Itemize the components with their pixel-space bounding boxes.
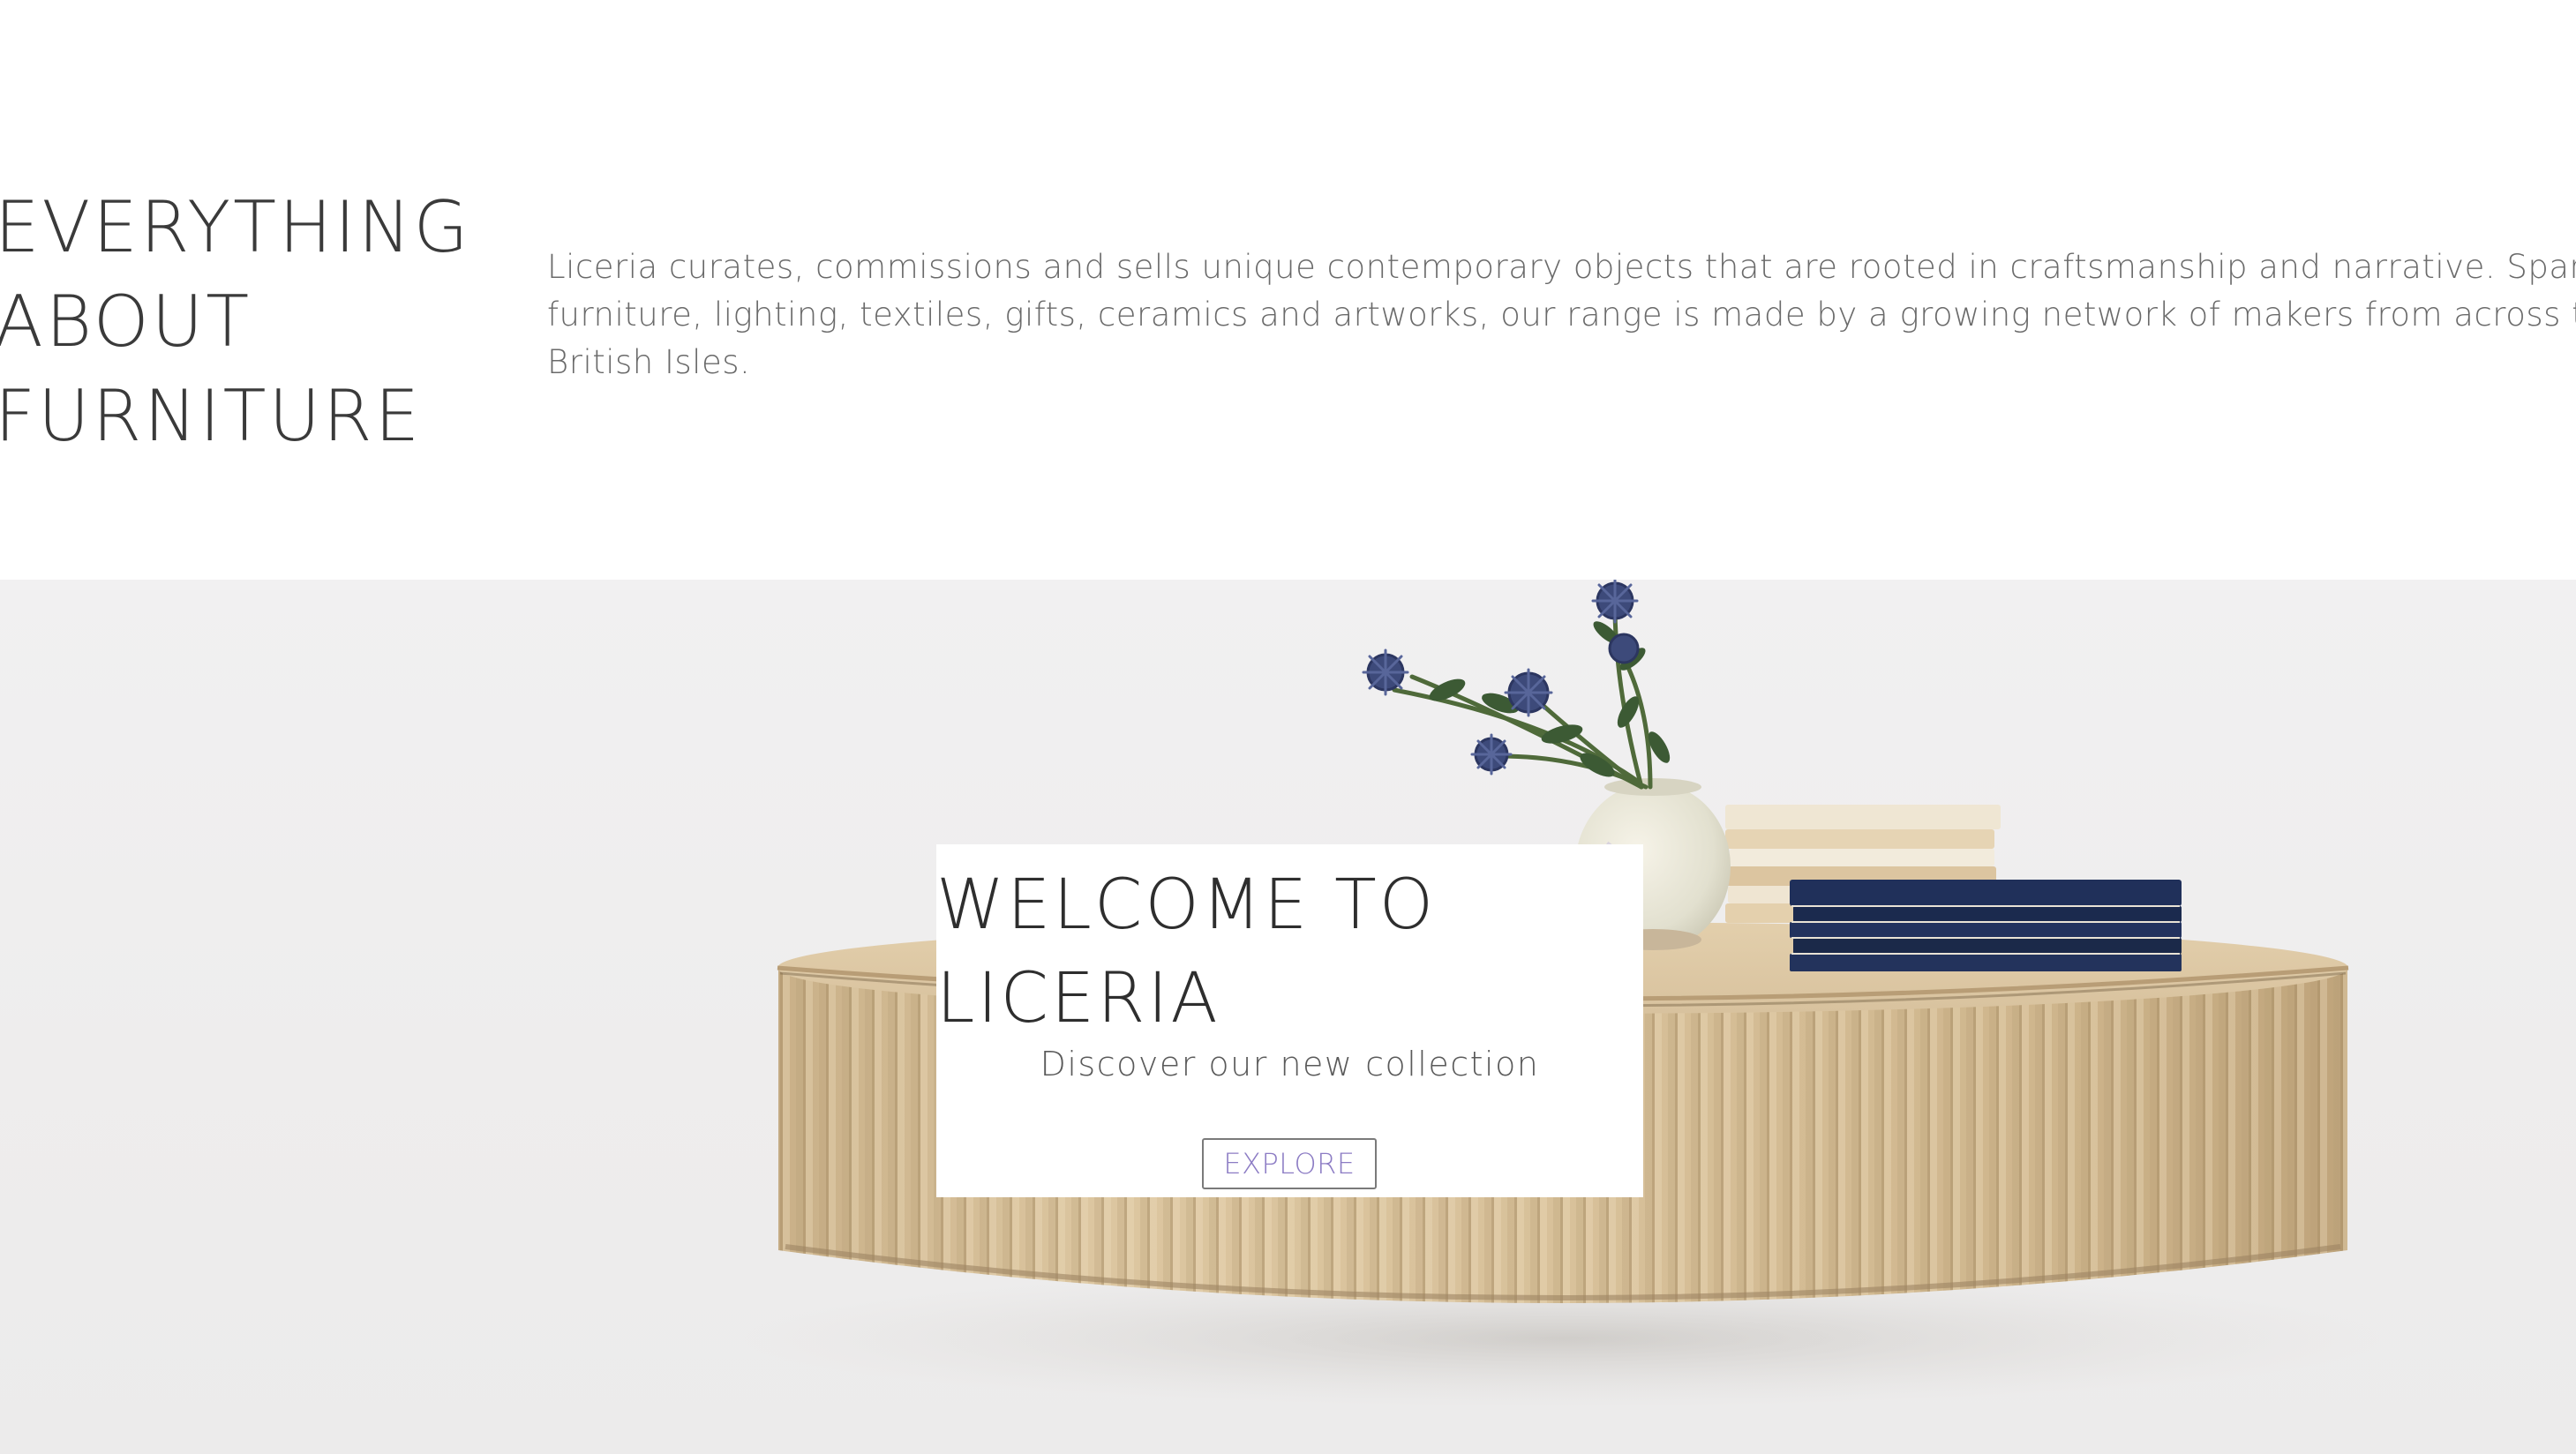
stacked-books-navy xyxy=(1790,880,2182,971)
intro-heading-line-3: FURNITURE xyxy=(0,375,423,457)
welcome-subtitle: Discover our new collection xyxy=(1040,1045,1540,1083)
intro-section: EVERYTHING ABOUT FURNITURE Liceria curat… xyxy=(0,0,2576,580)
intro-heading-line-1: EVERYTHING xyxy=(0,186,471,268)
page: EVERYTHING ABOUT FURNITURE Liceria curat… xyxy=(0,0,2576,1454)
welcome-title: WELCOME TO LICERIA xyxy=(936,858,1436,1046)
welcome-card: WELCOME TO LICERIA Discover our new coll… xyxy=(936,844,1643,1197)
intro-description-line-2: furniture, lighting, textiles, gifts, ce… xyxy=(547,296,2576,334)
welcome-title-line-1: WELCOME TO xyxy=(936,866,1437,945)
intro-heading-line-2: ABOUT xyxy=(0,281,252,363)
welcome-title-line-2: LICERIA xyxy=(936,959,1220,1038)
intro-description-line-3: British Isles. xyxy=(547,343,751,381)
intro-heading: EVERYTHING ABOUT FURNITURE xyxy=(0,180,471,463)
explore-button[interactable]: EXPLORE xyxy=(1202,1138,1377,1189)
intro-description: Liceria curates, commissions and sells u… xyxy=(547,244,2576,386)
intro-description-line-1: Liceria curates, commissions and sells u… xyxy=(547,248,2576,286)
